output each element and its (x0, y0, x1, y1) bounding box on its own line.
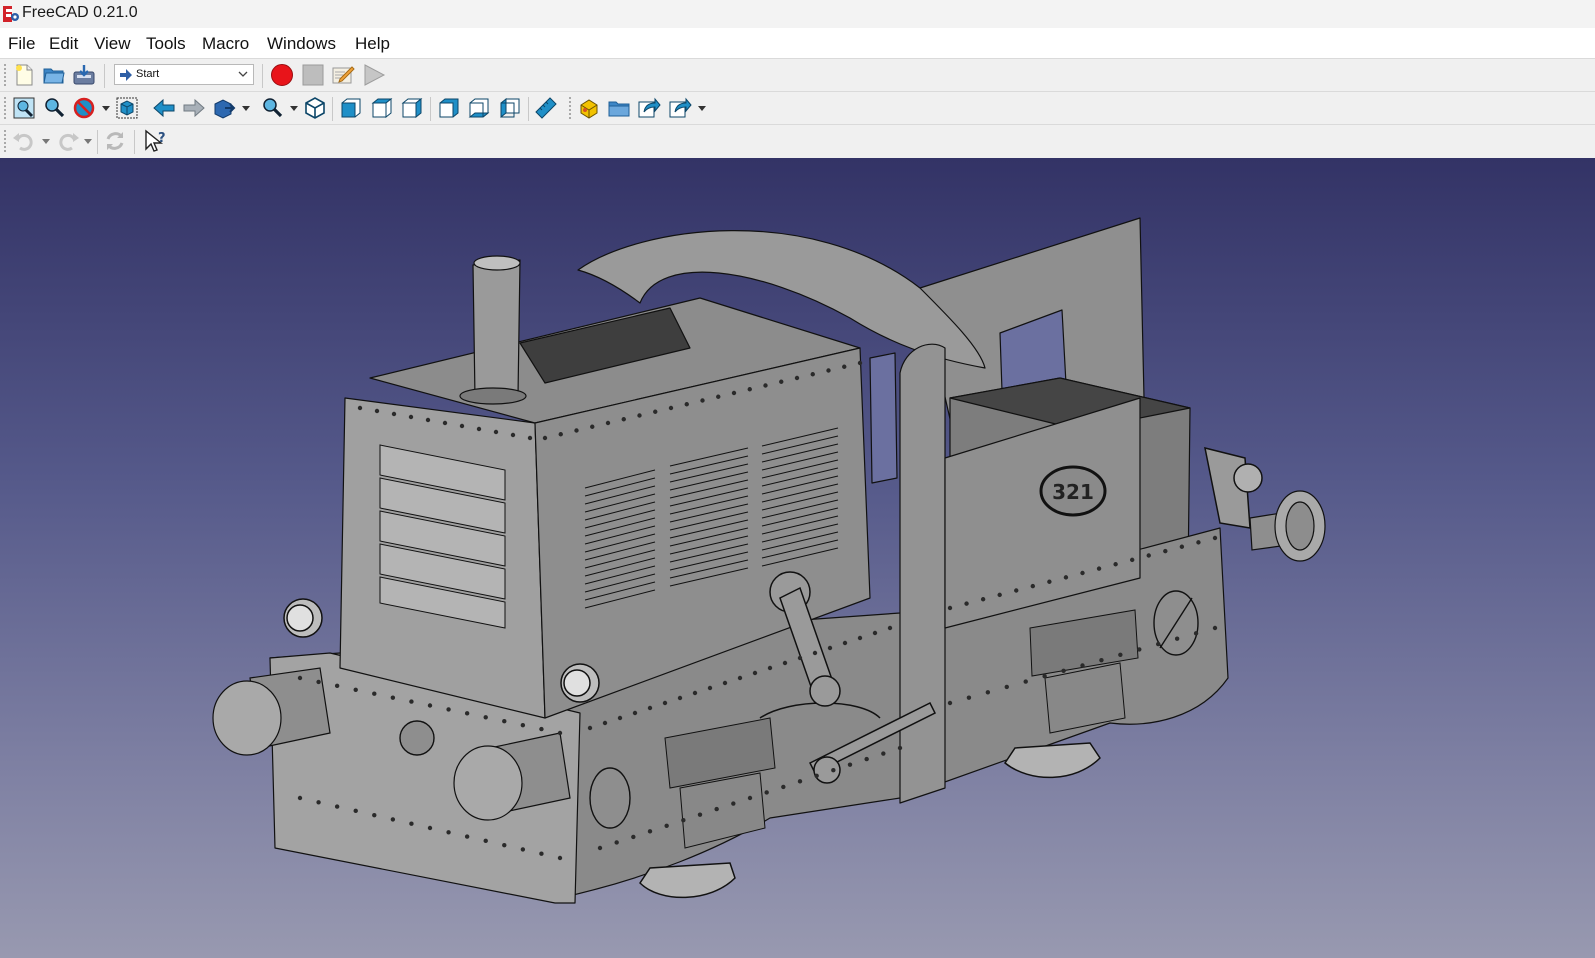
edit-toolbar: ? (0, 124, 1595, 159)
toolbar-grip[interactable] (4, 97, 9, 119)
measure-icon[interactable] (534, 96, 558, 120)
back-arrow-icon[interactable] (152, 96, 176, 120)
freecad-logo-icon (3, 6, 19, 22)
link-icon[interactable] (637, 96, 661, 120)
menu-view[interactable]: View (94, 34, 131, 54)
right-view-icon[interactable] (400, 96, 424, 120)
new-document-icon[interactable] (12, 63, 36, 87)
svg-text:?: ? (158, 131, 166, 146)
menu-help[interactable]: Help (355, 34, 390, 54)
left-view-icon[interactable] (498, 96, 522, 120)
isometric-icon[interactable] (303, 96, 327, 120)
title-bar: FreeCAD 0.21.0 (0, 0, 1595, 28)
number-plate: 321 (1039, 465, 1107, 517)
redo-icon[interactable] (56, 129, 80, 153)
stop-macro-icon[interactable] (301, 63, 325, 87)
forward-arrow-icon[interactable] (182, 96, 206, 120)
undo-dropdown[interactable] (42, 139, 50, 144)
refresh-icon[interactable] (103, 129, 127, 153)
svg-text:321: 321 (1052, 480, 1094, 504)
open-folder-icon[interactable] (42, 63, 66, 87)
menu-file[interactable]: File (8, 34, 35, 54)
redo-dropdown[interactable] (84, 139, 92, 144)
sync-view-icon[interactable] (212, 96, 236, 120)
fit-selection-icon[interactable] (42, 96, 66, 120)
file-toolbar: Start (0, 58, 1595, 92)
start-arrow-icon (120, 69, 132, 81)
run-macro-icon[interactable] (362, 63, 386, 87)
group-folder-icon[interactable] (607, 96, 631, 120)
part-icon[interactable] (577, 96, 601, 120)
zoom-dropdown[interactable] (290, 106, 298, 111)
menu-bar: File Edit View Tools Macro Windows Help (0, 28, 1595, 58)
zoom-icon[interactable] (260, 96, 284, 120)
chevron-down-icon (238, 71, 248, 77)
view-toolbar (0, 91, 1595, 125)
locomotive-model: 321 (212, 217, 1326, 904)
rear-view-icon[interactable] (437, 96, 461, 120)
draw-style-dropdown[interactable] (102, 106, 110, 111)
front-view-icon[interactable] (339, 96, 363, 120)
draw-style-icon[interactable] (72, 96, 96, 120)
workbench-selected: Start (136, 68, 160, 80)
save-icon[interactable] (72, 63, 96, 87)
record-macro-icon[interactable] (270, 63, 294, 87)
whats-this-icon[interactable]: ? (144, 129, 168, 153)
sync-view-dropdown[interactable] (242, 106, 250, 111)
menu-windows[interactable]: Windows (267, 34, 336, 54)
3d-viewport[interactable]: 321 (0, 158, 1595, 958)
bottom-view-icon[interactable] (467, 96, 491, 120)
undo-icon[interactable] (12, 129, 36, 153)
toolbar-grip[interactable] (4, 130, 9, 152)
menu-edit[interactable]: Edit (49, 34, 78, 54)
menu-macro[interactable]: Macro (202, 34, 249, 54)
fit-all-icon[interactable] (12, 96, 36, 120)
toolbar-grip[interactable] (4, 64, 9, 86)
link-actions-dropdown[interactable] (698, 106, 706, 111)
bounding-box-icon[interactable] (115, 96, 139, 120)
link-actions-icon[interactable] (668, 96, 692, 120)
top-view-icon[interactable] (370, 96, 394, 120)
workbench-selector[interactable]: Start (114, 64, 254, 85)
edit-macro-icon[interactable] (331, 63, 355, 87)
menu-tools[interactable]: Tools (146, 34, 186, 54)
toolbar-grip[interactable] (569, 97, 574, 119)
window-title: FreeCAD 0.21.0 (22, 4, 138, 21)
